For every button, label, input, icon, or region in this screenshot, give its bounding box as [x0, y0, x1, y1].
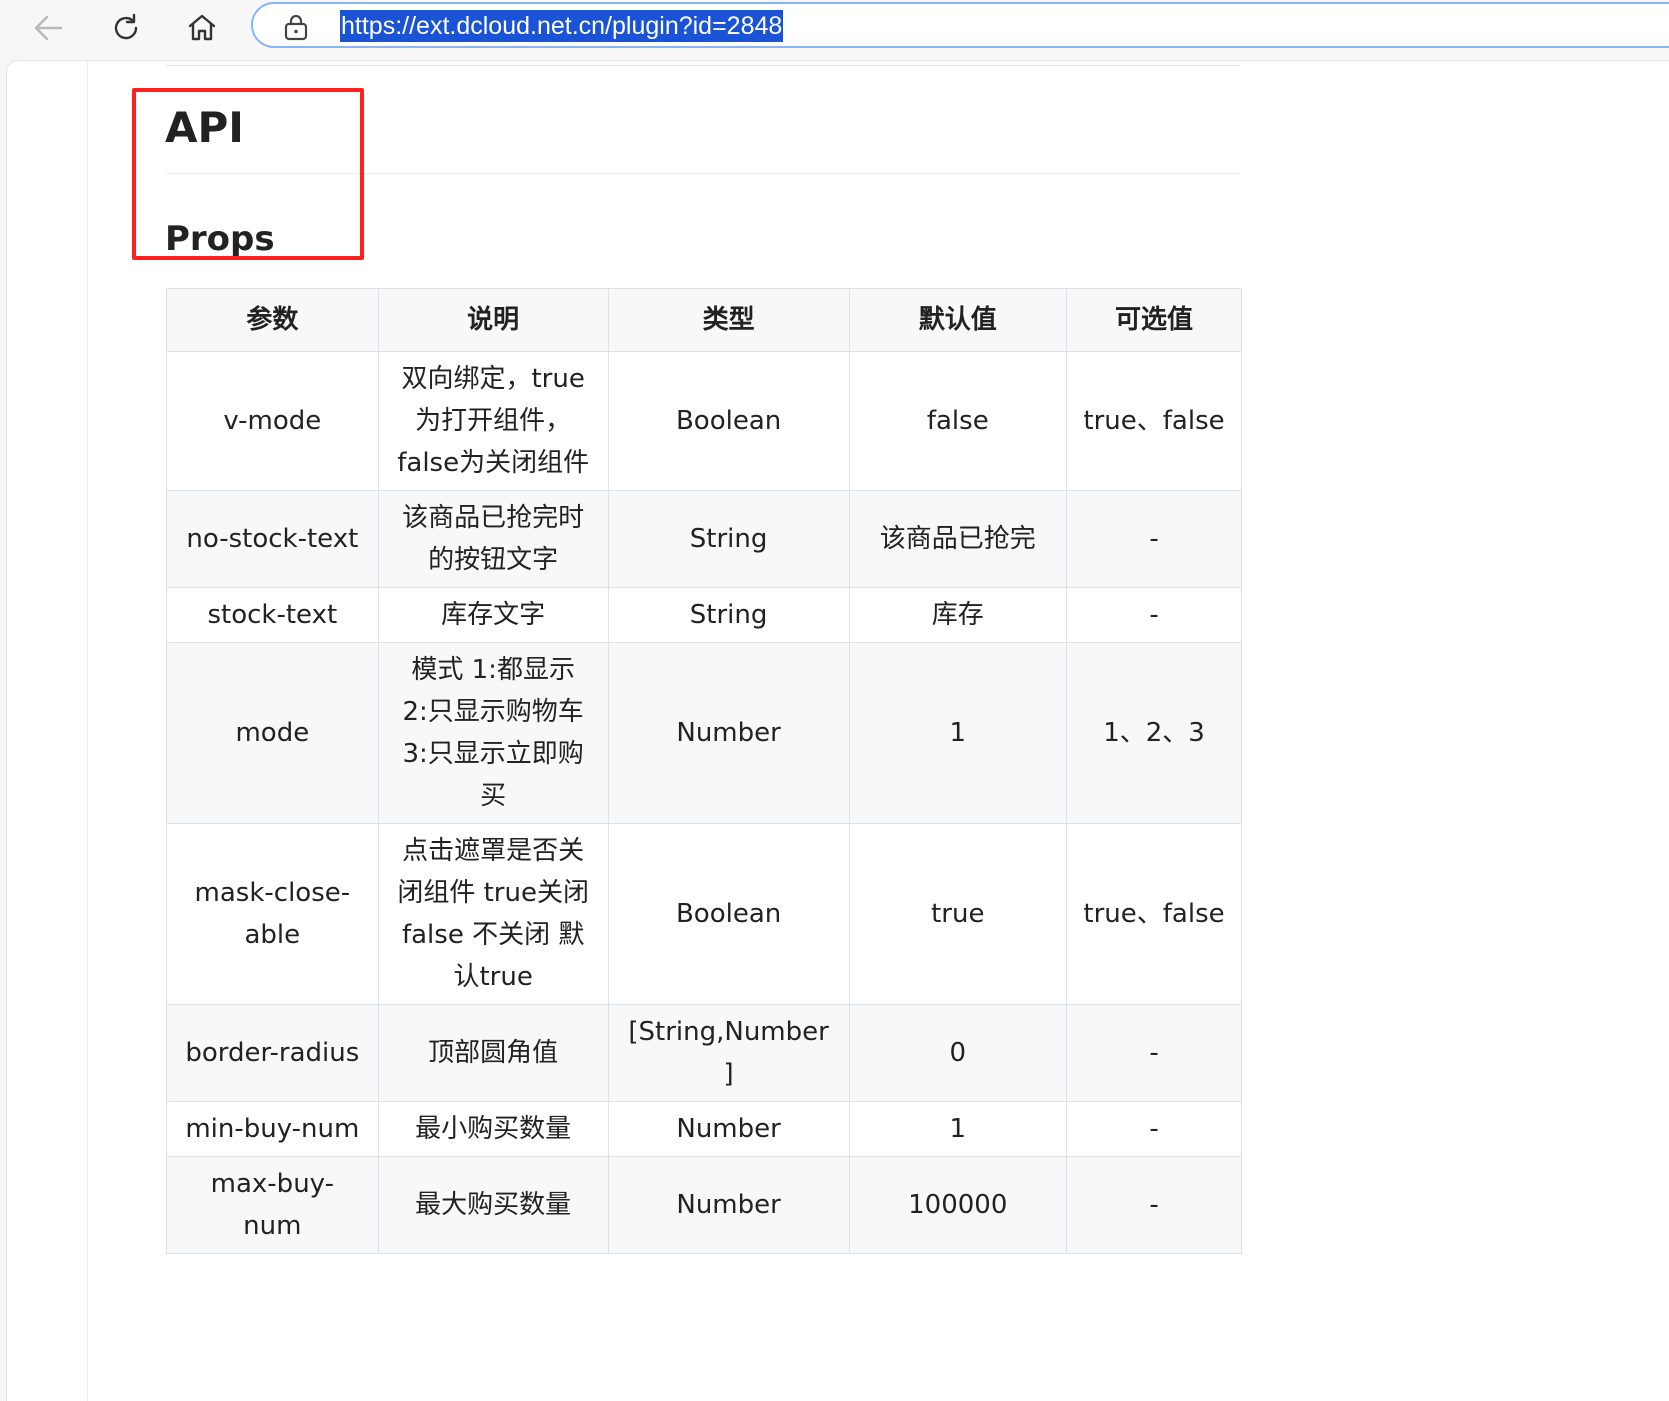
cell-description: 双向绑定，true为打开组件，false为关闭组件 [377, 351, 609, 491]
table-row: max-buy-num 最大购买数量 Number 100000 - [166, 1156, 1242, 1254]
cell-type: Number [607, 642, 850, 824]
cell-description: 顶部圆角值 [377, 1004, 609, 1102]
cell-default: 1 [848, 642, 1068, 824]
cell-description: 模式 1:都显示 2:只显示购物车 3:只显示立即购买 [377, 642, 609, 824]
back-arrow-icon[interactable] [26, 6, 70, 50]
cell-default: 库存 [848, 587, 1068, 643]
cell-options: - [1066, 1004, 1242, 1102]
cell-options: - [1066, 490, 1242, 588]
cell-description: 最大购买数量 [377, 1156, 609, 1254]
cell-type: String [607, 490, 850, 588]
table-row: no-stock-text 该商品已抢完时的按钮文字 String 该商品已抢完… [166, 490, 1242, 588]
home-icon[interactable] [180, 6, 224, 50]
cell-default: 100000 [848, 1156, 1068, 1254]
table-row: mode 模式 1:都显示 2:只显示购物车 3:只显示立即购买 Number … [166, 642, 1242, 824]
page-viewport: API Props 参数 说明 类型 默认值 可选值 v-mode 双向绑定，t… [6, 60, 1669, 1401]
cell-param: stock-text [166, 587, 379, 643]
cell-param: border-radius [166, 1004, 379, 1102]
table-row: v-mode 双向绑定，true为打开组件，false为关闭组件 Boolean… [166, 351, 1242, 491]
cell-options: true、false [1066, 823, 1242, 1005]
table-row: border-radius 顶部圆角值 [String,Number] 0 - [166, 1004, 1242, 1102]
cell-description: 最小购买数量 [377, 1101, 609, 1157]
browser-toolbar: https://ext.dcloud.net.cn/plugin?id=2848 [0, 0, 1669, 58]
cell-default: true [848, 823, 1068, 1005]
cell-param: mode [166, 642, 379, 824]
sidebar-divider [87, 61, 88, 1401]
cell-type: Number [607, 1156, 850, 1254]
cell-type: String [607, 587, 850, 643]
cell-options: true、false [1066, 351, 1242, 491]
cell-options: - [1066, 587, 1242, 643]
table-row: stock-text 库存文字 String 库存 - [166, 587, 1242, 643]
props-table: 参数 说明 类型 默认值 可选值 v-mode 双向绑定，true为打开组件，f… [166, 288, 1242, 1254]
cell-options: 1、2、3 [1066, 642, 1242, 824]
cell-description: 该商品已抢完时的按钮文字 [377, 490, 609, 588]
cell-options: - [1066, 1156, 1242, 1254]
header-default: 默认值 [848, 288, 1068, 352]
cell-description: 库存文字 [377, 587, 609, 643]
cell-type: [String,Number] [607, 1004, 850, 1102]
cell-options: - [1066, 1101, 1242, 1157]
table-row: min-buy-num 最小购买数量 Number 1 - [166, 1101, 1242, 1157]
cell-param: mask-close-able [166, 823, 379, 1005]
highlight-annotation-box [132, 88, 364, 260]
cell-param: min-buy-num [166, 1101, 379, 1157]
cell-param: v-mode [166, 351, 379, 491]
cell-default: 该商品已抢完 [848, 490, 1068, 588]
lock-icon[interactable] [283, 13, 309, 45]
cell-default: false [848, 351, 1068, 491]
header-description: 说明 [377, 288, 609, 352]
cell-type: Boolean [607, 823, 850, 1005]
header-type: 类型 [607, 288, 850, 352]
cell-description: 点击遮罩是否关闭组件 true关闭 false 不关闭 默认true [377, 823, 609, 1005]
cell-param: max-buy-num [166, 1156, 379, 1254]
header-param: 参数 [166, 288, 379, 352]
url-text[interactable]: https://ext.dcloud.net.cn/plugin?id=2848 [340, 10, 784, 42]
table-row: mask-close-able 点击遮罩是否关闭组件 true关闭 false … [166, 823, 1242, 1005]
address-bar[interactable]: https://ext.dcloud.net.cn/plugin?id=2848 [251, 2, 1669, 48]
cell-type: Number [607, 1101, 850, 1157]
cell-default: 0 [848, 1004, 1068, 1102]
header-options: 可选值 [1066, 288, 1242, 352]
cell-default: 1 [848, 1101, 1068, 1157]
reload-icon[interactable] [104, 6, 148, 50]
cell-type: Boolean [607, 351, 850, 491]
cell-param: no-stock-text [166, 490, 379, 588]
section-divider [166, 61, 1240, 66]
table-header-row: 参数 说明 类型 默认值 可选值 [166, 288, 1242, 352]
